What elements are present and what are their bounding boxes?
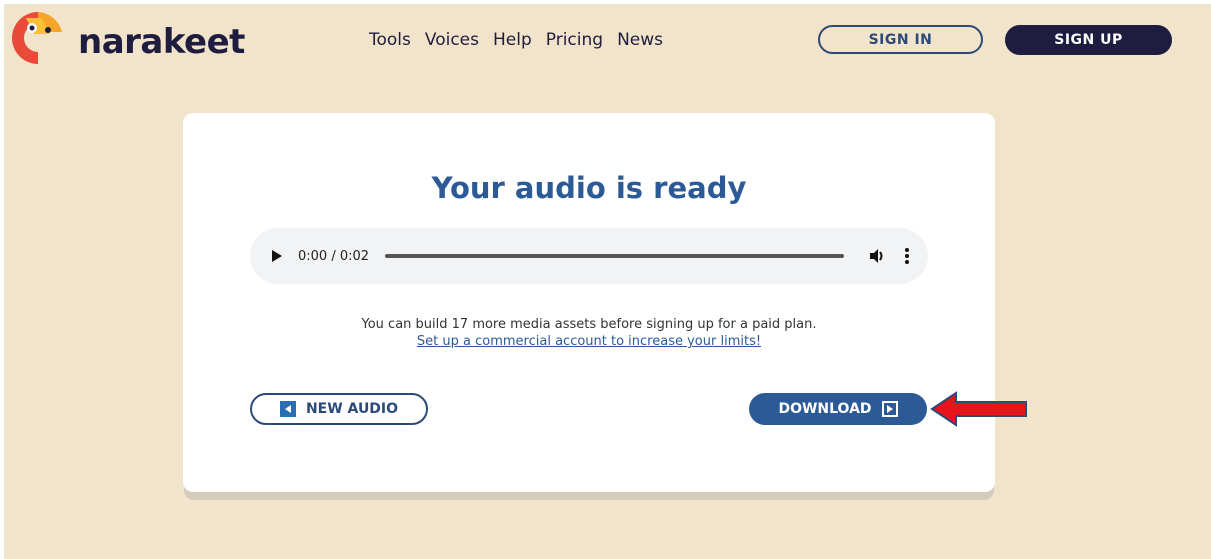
- red-arrow-annotation-icon: [930, 391, 1027, 427]
- page-title: Your audio is ready: [431, 171, 747, 205]
- nav-item-pricing[interactable]: Pricing: [546, 30, 603, 50]
- parrot-logo-icon: [12, 12, 62, 64]
- new-audio-button[interactable]: NEW AUDIO: [250, 393, 428, 425]
- main-nav: Tools Voices Help Pricing News: [369, 30, 663, 50]
- audio-progress-bar[interactable]: [385, 254, 844, 258]
- logo[interactable]: narakeet: [10, 8, 245, 66]
- nav-item-tools[interactable]: Tools: [369, 30, 411, 50]
- arrow-left-icon: [279, 401, 296, 417]
- commercial-account-link[interactable]: Set up a commercial account to increase …: [183, 334, 995, 349]
- audio-time: 0:00 / 0:02: [298, 248, 370, 264]
- nav-item-news[interactable]: News: [617, 30, 663, 50]
- download-button[interactable]: DOWNLOAD: [749, 393, 927, 425]
- new-audio-label: NEW AUDIO: [305, 401, 399, 417]
- arrow-right-icon: [881, 401, 898, 417]
- brand-name: narakeet: [78, 22, 245, 62]
- sign-in-button[interactable]: SIGN IN: [818, 25, 983, 54]
- play-icon[interactable]: [272, 250, 282, 262]
- download-label: DOWNLOAD: [778, 401, 872, 417]
- nav-item-help[interactable]: Help: [493, 30, 532, 50]
- usage-info-text: You can build 17 more media assets befor…: [361, 317, 817, 332]
- volume-icon[interactable]: [868, 247, 886, 265]
- sign-up-button[interactable]: SIGN UP: [1005, 25, 1172, 55]
- audio-player: 0:00 / 0:02: [250, 228, 928, 284]
- result-card: Your audio is ready 0:00 / 0:02 You can …: [183, 113, 995, 492]
- more-options-icon[interactable]: [904, 247, 910, 265]
- nav-item-voices[interactable]: Voices: [425, 30, 479, 50]
